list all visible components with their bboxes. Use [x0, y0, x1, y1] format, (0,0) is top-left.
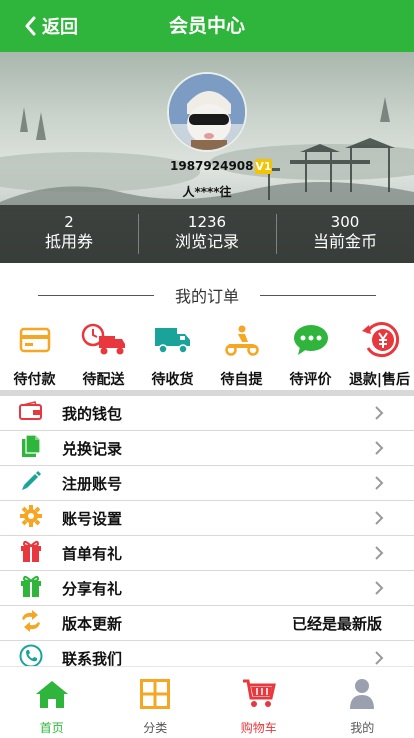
gift-green-icon	[20, 574, 42, 602]
menu-label: 首单有礼	[62, 544, 123, 563]
menu-item-share-gift[interactable]: 分享有礼	[0, 571, 414, 606]
user-phone: 1987924908	[170, 159, 254, 173]
order-pending-payment[interactable]: 待付款	[0, 320, 69, 390]
refund-icon	[360, 321, 400, 363]
scooter-icon	[223, 324, 261, 360]
menu-item-register[interactable]: 注册账号	[0, 466, 414, 501]
order-label: 待收货	[151, 372, 194, 388]
stat-value: 1236	[187, 213, 227, 231]
order-label: 待自提	[220, 372, 263, 388]
home-icon	[35, 679, 69, 713]
tab-label: 首页	[39, 721, 64, 735]
stat-value: 300	[330, 213, 360, 231]
menu-label: 兑换记录	[62, 439, 123, 458]
profile-banner: 1987924908 V1 人****往 2 抵用券 1236 浏览记录 300…	[0, 52, 414, 263]
stat-value: 2	[64, 213, 74, 231]
menu-label: 版本更新	[62, 614, 123, 633]
grid-icon	[140, 679, 171, 713]
menu-list: 我的钱包 兑换记录 注册账号 账号设置 首单有礼 分享有礼 版本更新 已经是最新…	[0, 396, 414, 676]
orders-header: 我的订单	[0, 263, 414, 317]
order-label: 待评价	[289, 372, 332, 388]
menu-item-first-order-gift[interactable]: 首单有礼	[0, 536, 414, 571]
bottom-tab-bar: 首页 分类 购物车 我的	[0, 666, 414, 738]
menu-item-wallet[interactable]: 我的钱包	[0, 396, 414, 431]
refresh-icon	[19, 609, 43, 637]
menu-item-exchange-record[interactable]: 兑换记录	[0, 431, 414, 466]
chevron-right-icon	[374, 440, 384, 460]
tab-mine[interactable]: 我的	[311, 667, 414, 738]
tab-cart[interactable]: 购物车	[207, 667, 311, 738]
stat-coins[interactable]: 300 当前金币	[276, 205, 414, 263]
chevron-right-icon	[374, 580, 384, 600]
menu-label: 账号设置	[62, 509, 123, 528]
menu-label: 分享有礼	[62, 579, 123, 598]
chevron-right-icon	[374, 510, 384, 530]
order-label: 待配送	[82, 372, 125, 388]
chat-bubble-icon	[292, 323, 330, 361]
chevron-left-icon	[24, 16, 36, 36]
stat-history[interactable]: 1236 浏览记录	[138, 205, 276, 263]
card-icon	[19, 327, 51, 357]
user-icon	[349, 678, 375, 714]
order-pending-pickup[interactable]: 待自提	[207, 320, 276, 390]
order-pending-review[interactable]: 待评价	[276, 320, 345, 390]
wallet-icon	[19, 401, 43, 425]
stats-bar: 2 抵用券 1236 浏览记录 300 当前金币	[0, 205, 414, 263]
order-refund[interactable]: 退款|售后	[345, 320, 414, 390]
chevron-right-icon	[374, 545, 384, 565]
menu-label: 我的钱包	[62, 404, 123, 423]
order-label: 退款|售后	[348, 372, 411, 388]
chevron-right-icon	[374, 405, 384, 425]
order-status-row: 待付款 待配送 待收货 待自提 待评价 退款|售后	[0, 320, 414, 390]
version-status: 已经是最新版	[291, 614, 382, 633]
vip-level-badge: V1	[255, 159, 272, 174]
menu-label: 注册账号	[62, 474, 123, 493]
truck-clock-icon	[81, 323, 127, 361]
documents-icon	[20, 434, 42, 462]
stat-label: 浏览记录	[174, 232, 239, 251]
tab-home[interactable]: 首页	[0, 667, 104, 738]
back-button[interactable]: 返回	[24, 0, 78, 52]
back-label: 返回	[42, 17, 78, 38]
truck-icon	[153, 324, 193, 360]
gift-icon	[20, 539, 42, 567]
order-pending-receipt[interactable]: 待收货	[138, 320, 207, 390]
cart-icon	[242, 679, 276, 713]
divider	[260, 295, 376, 296]
menu-item-account-settings[interactable]: 账号设置	[0, 501, 414, 536]
stat-coupons[interactable]: 2 抵用券	[0, 205, 138, 263]
menu-item-version-update[interactable]: 版本更新 已经是最新版	[0, 606, 414, 641]
stat-label: 当前金币	[312, 232, 377, 251]
avatar[interactable]	[167, 72, 247, 152]
top-bar: 返回 会员中心	[0, 0, 414, 52]
gear-icon	[19, 504, 43, 532]
stat-label: 抵用券	[44, 232, 93, 251]
tab-category[interactable]: 分类	[104, 667, 208, 738]
order-label: 待付款	[13, 372, 56, 388]
order-pending-delivery[interactable]: 待配送	[69, 320, 138, 390]
tab-label: 分类	[143, 721, 168, 735]
user-nickname: 人****往	[182, 185, 232, 199]
pencil-icon	[20, 470, 42, 496]
chevron-right-icon	[374, 475, 384, 495]
tab-label: 我的	[350, 721, 375, 735]
tab-label: 购物车	[240, 721, 277, 735]
